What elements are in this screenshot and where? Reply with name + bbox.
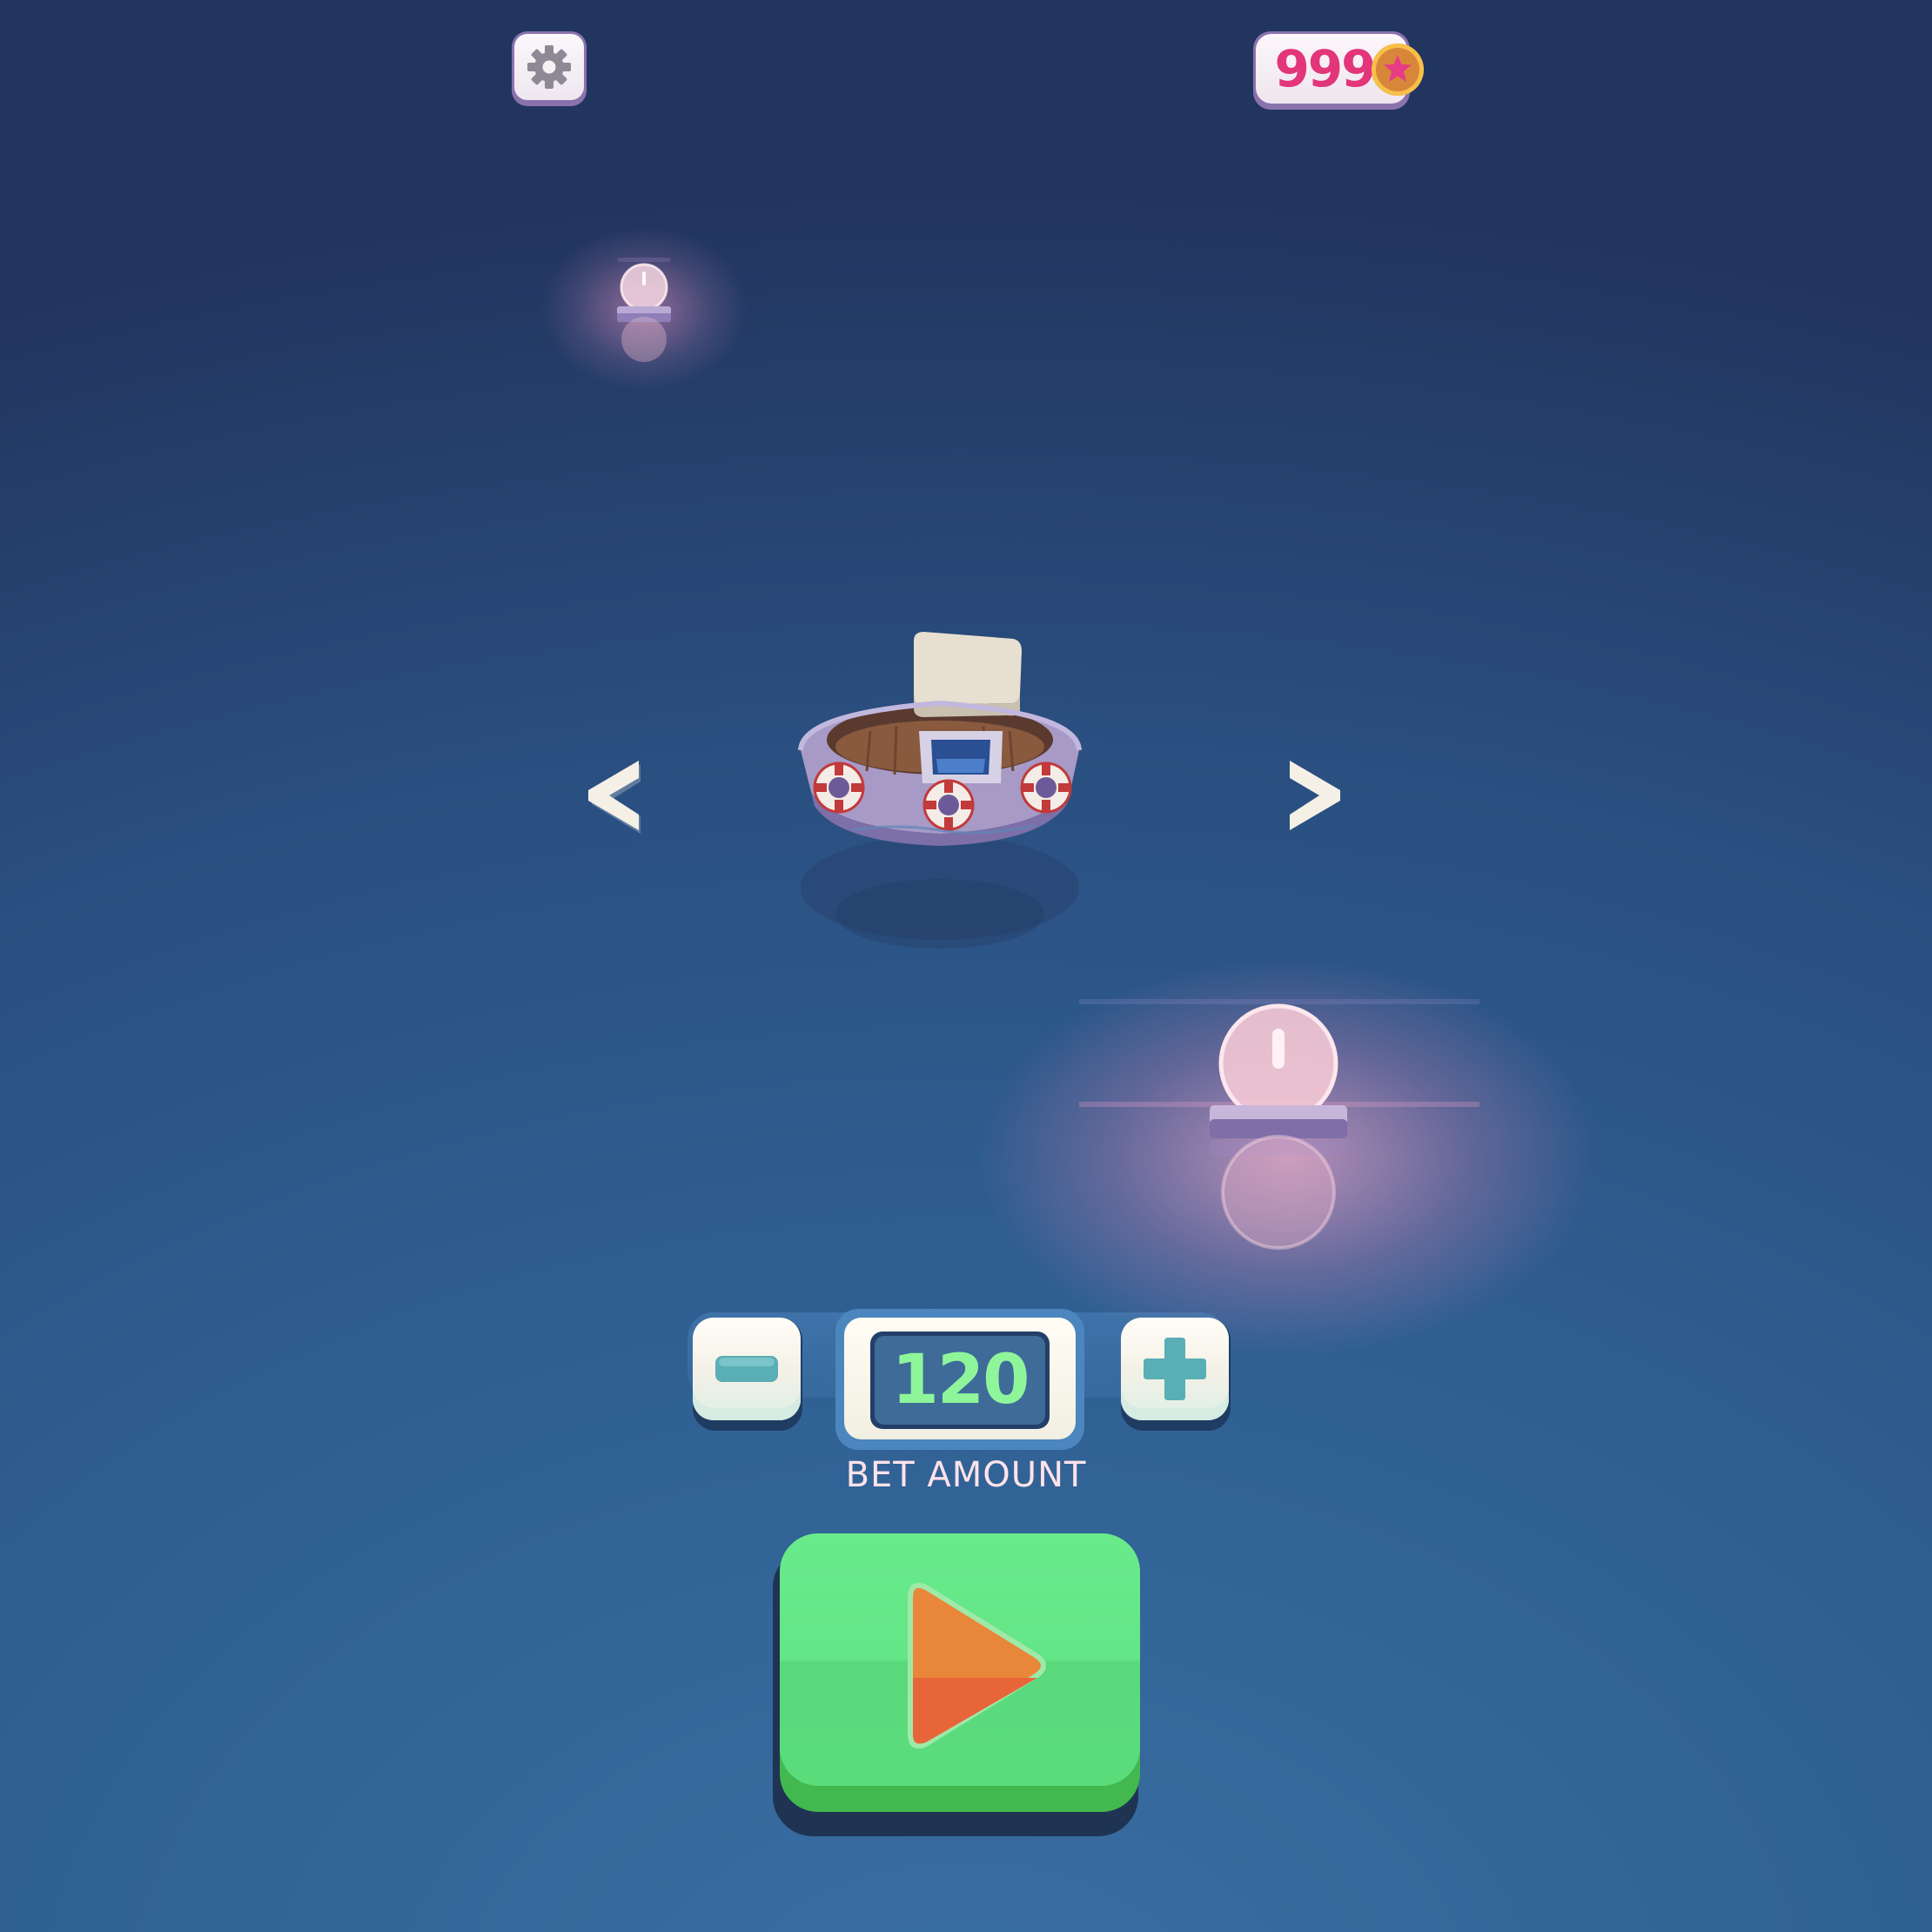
next-label: >: [1276, 748, 1277, 749]
settings-button-face: [514, 34, 584, 100]
life-ring-center: [922, 779, 975, 831]
plus-icon: [1144, 1338, 1206, 1400]
bet-amount-frame: 120: [835, 1309, 1084, 1450]
play-button[interactable]: [773, 1533, 1142, 1836]
previous-boat-button[interactable]: <: [574, 748, 653, 844]
life-ring-right: [1020, 761, 1072, 814]
play-icon: [908, 1582, 1046, 1749]
minus-icon: [715, 1356, 778, 1382]
bet-amount-value: 120: [875, 1336, 1045, 1425]
near-buoy: [1079, 999, 1479, 1250]
settings-button[interactable]: [512, 31, 587, 106]
boat[interactable]: [783, 627, 1097, 992]
increase-bet-button[interactable]: [1121, 1318, 1231, 1431]
bet-amount-display: 120: [870, 1332, 1050, 1429]
life-ring-left: [813, 761, 865, 814]
bet-amount-label: BET AMOUNT: [845, 1455, 1087, 1495]
star-icon: [1384, 55, 1412, 82]
coin-balance-value: 999: [1274, 39, 1376, 98]
distant-buoy: [617, 258, 671, 362]
next-boat-button[interactable]: >: [1276, 748, 1354, 844]
bet-amount-inner: 120: [844, 1318, 1076, 1439]
previous-label: <: [574, 748, 575, 749]
increase-bet-face: [1121, 1318, 1229, 1420]
gear-icon: [527, 45, 571, 89]
star-coin-icon: [1372, 44, 1424, 96]
decrease-bet-button[interactable]: [693, 1318, 802, 1431]
decrease-bet-face: [693, 1318, 801, 1420]
